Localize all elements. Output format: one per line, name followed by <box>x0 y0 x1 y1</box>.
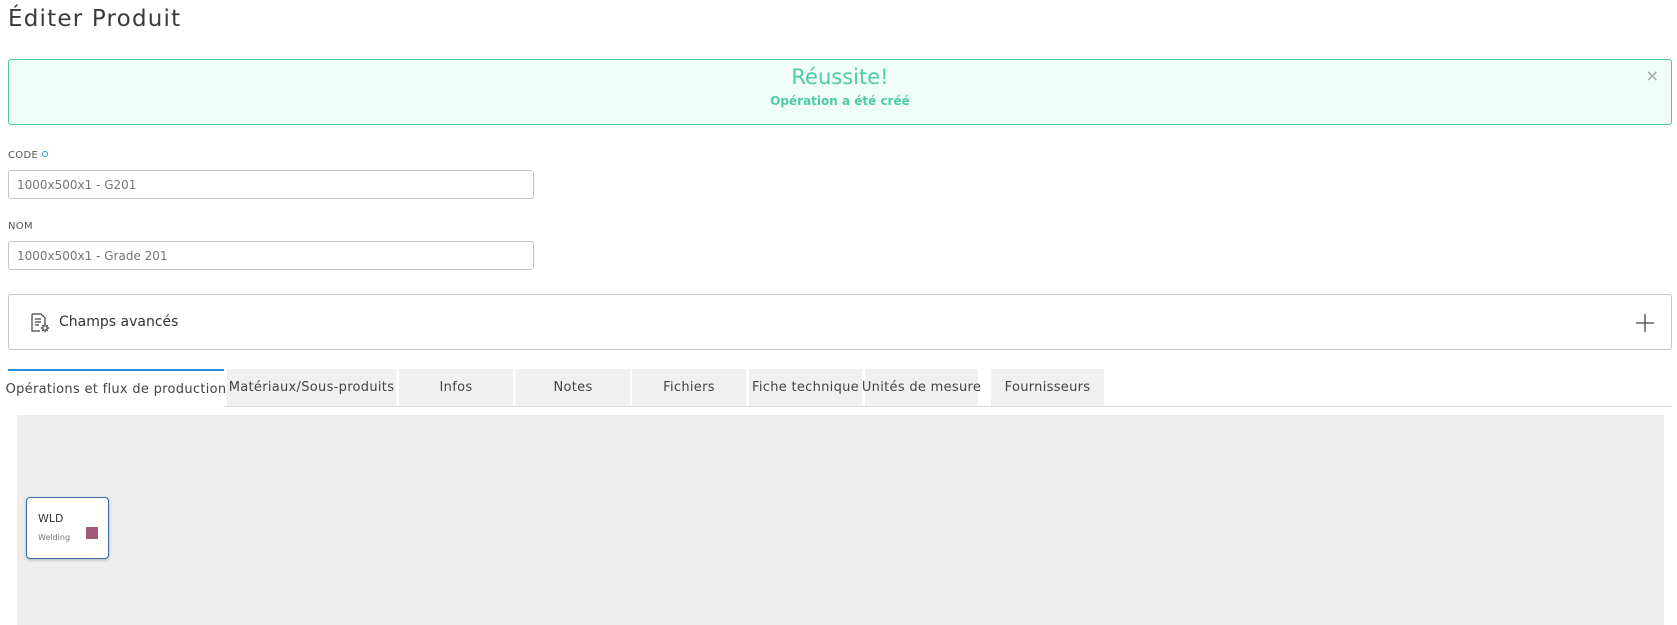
alert-title: Réussite! <box>791 65 889 89</box>
advanced-fields-label: Champs avancés <box>59 314 179 330</box>
tab-infos[interactable]: Infos <box>399 369 513 406</box>
advanced-fields-panel[interactable]: Champs avancés <box>8 294 1672 350</box>
tab-materials[interactable]: Matériaux/Sous-produits <box>227 369 396 406</box>
code-label: CODE <box>8 150 49 161</box>
tab-datasheet[interactable]: Fiche technique <box>749 369 862 406</box>
operation-code: WLD <box>38 512 64 525</box>
document-settings-icon <box>29 312 51 334</box>
plus-icon[interactable] <box>1635 313 1655 333</box>
operation-name: Welding <box>38 533 71 542</box>
page-title: Éditer Produit <box>8 6 182 32</box>
operation-color-swatch <box>86 527 98 539</box>
tab-operations[interactable]: Opérations et flux de production <box>6 369 226 407</box>
code-label-text: CODE <box>8 150 39 161</box>
tab-suppliers[interactable]: Fournisseurs <box>991 369 1104 406</box>
alert-message: Opération a été créé <box>770 94 910 108</box>
close-icon[interactable]: × <box>1646 68 1659 84</box>
name-label: NOM <box>8 221 33 232</box>
tab-bar: Opérations et flux de production Matéria… <box>6 369 1672 407</box>
tab-notes[interactable]: Notes <box>516 369 630 406</box>
required-indicator-icon <box>42 151 49 157</box>
name-input[interactable] <box>8 241 534 270</box>
code-input[interactable] <box>8 170 534 199</box>
tab-units[interactable]: Unités de mesure <box>862 369 981 406</box>
tab-files[interactable]: Fichiers <box>632 369 746 406</box>
production-flow-canvas[interactable]: WLD Welding <box>17 415 1664 625</box>
success-alert: Réussite! Opération a été créé × <box>8 59 1672 125</box>
operation-node[interactable]: WLD Welding <box>26 497 109 559</box>
